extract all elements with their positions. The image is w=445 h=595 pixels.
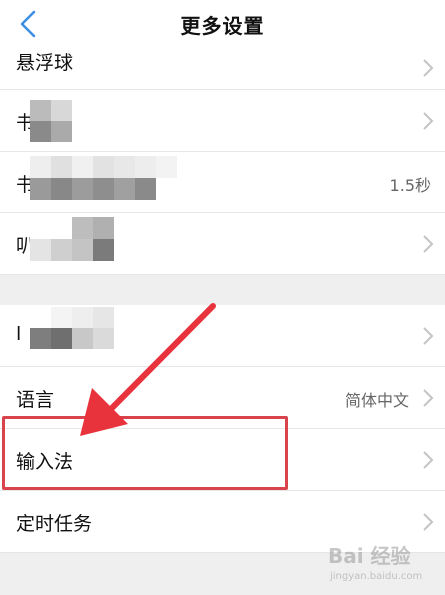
watermark-url: jingyan.baidu.com <box>330 571 423 582</box>
annotation-arrow-icon <box>80 303 216 436</box>
watermark-brand: Bai 经验 <box>328 544 411 568</box>
watermark: Bai 经验 jingyan.baidu.com <box>326 538 442 590</box>
